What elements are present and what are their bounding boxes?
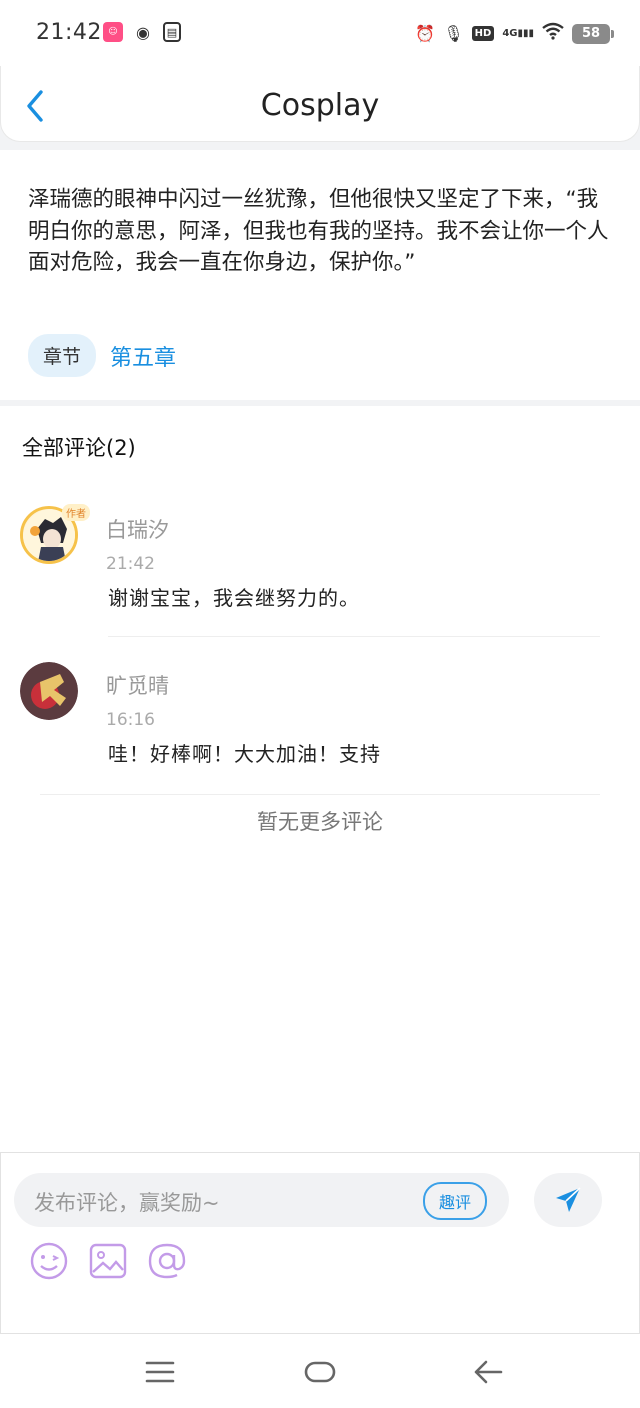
page-title: Cosplay — [260, 88, 380, 123]
comment-item: 作者 白瑞汐 21:42 谢谢宝宝，我会继努力的。 — [0, 502, 640, 638]
alarm-icon: ⏰ — [415, 23, 436, 43]
status-app-icons: ☺ ◉ ▤ — [103, 22, 181, 42]
post-content-card: 泽瑞德的眼神中闪过一丝犹豫，但他很快又坚定了下来，“我明白你的意思，阿泽，但我也… — [0, 150, 640, 400]
home-pill-icon — [304, 1361, 336, 1383]
image-button[interactable] — [88, 1241, 128, 1281]
comments-title: 全部评论(2) — [22, 436, 136, 460]
microphone-icon: 🎙 — [443, 23, 464, 43]
nav-menu-button[interactable] — [140, 1352, 180, 1392]
system-nav-bar — [0, 1334, 640, 1408]
post-excerpt: 泽瑞德的眼神中闪过一丝犹豫，但他很快又坚定了下来，“我明白你的意思，阿泽，但我也… — [28, 187, 609, 275]
comment-author[interactable]: 旷觅晴 — [106, 670, 169, 700]
no-more-comments: 暂无更多评论 — [257, 810, 383, 834]
weibo-icon: ◉ — [136, 22, 150, 42]
network-label: 4G — [502, 28, 518, 39]
status-bar: 21:42 ☺ ◉ ▤ ⏰ 🎙 HD 4G▮▮▮ 58 — [0, 0, 640, 66]
user-avatar-image — [20, 662, 78, 720]
network-4g-icon: 4G▮▮▮ — [502, 28, 534, 39]
status-time: 21:42 — [36, 20, 102, 45]
menu-icon — [145, 1361, 175, 1383]
comment-text: 谢谢宝宝，我会继努力的。 — [108, 586, 360, 610]
smiley-icon — [30, 1242, 68, 1280]
nav-back-button[interactable] — [468, 1352, 508, 1392]
comment-time: 16:16 — [106, 710, 155, 730]
mention-button[interactable] — [147, 1241, 187, 1281]
comments-section: 全部评论(2) 作者 白瑞汐 21:42 谢谢宝宝，我会继努力的。 旷觅晴 16… — [0, 406, 640, 1152]
comment-text: 哇！好棒啊！大大加油！支持 — [108, 742, 381, 766]
comment-time: 21:42 — [106, 554, 155, 574]
comment-author[interactable]: 白瑞汐 — [106, 514, 169, 544]
nav-home-button[interactable] — [300, 1352, 340, 1392]
status-right-icons: ⏰ 🎙 HD 4G▮▮▮ 58 — [415, 22, 614, 45]
comment-input-area: 发布评论，赢奖励~ 趣评 — [0, 1152, 640, 1334]
app-box-icon: ▤ — [163, 22, 181, 42]
divider — [108, 636, 600, 637]
app-notification-icon: ☺ — [103, 22, 123, 42]
chapter-tag: 章节 — [28, 334, 97, 377]
send-icon — [556, 1187, 581, 1212]
author-badge: 作者 — [62, 504, 90, 521]
emoji-button[interactable] — [29, 1241, 69, 1281]
chapter-row: 章节 第五章 — [28, 334, 176, 377]
avatar[interactable] — [20, 662, 78, 720]
comment-input[interactable]: 发布评论，赢奖励~ 趣评 — [14, 1173, 509, 1227]
comment-item: 旷觅晴 16:16 哇！好棒啊！大大加油！支持 — [0, 656, 640, 796]
battery-indicator: 58 — [572, 23, 614, 44]
back-arrow-icon — [474, 1360, 503, 1384]
qu-ping-button[interactable]: 趣评 — [422, 1182, 487, 1220]
image-icon — [89, 1243, 127, 1279]
wifi-icon — [542, 22, 564, 45]
hd-icon: HD — [471, 26, 495, 41]
top-header: Cosplay — [0, 66, 640, 142]
at-sign-icon — [148, 1243, 186, 1279]
divider — [40, 794, 600, 795]
chapter-link[interactable]: 第五章 — [110, 340, 176, 372]
send-button[interactable] — [534, 1173, 602, 1227]
comment-input-placeholder: 发布评论，赢奖励~ — [34, 1191, 220, 1215]
